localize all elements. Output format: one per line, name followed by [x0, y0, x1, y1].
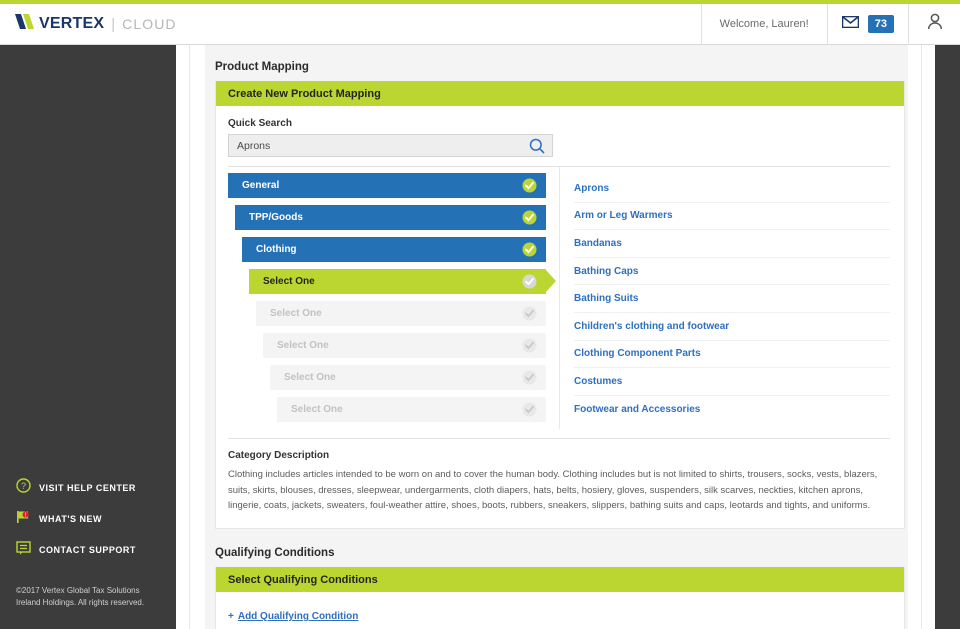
category-tree-row[interactable]: General — [228, 173, 546, 198]
check-circle-icon — [522, 306, 537, 321]
qualifying-conditions-card-header: Select Qualifying Conditions — [216, 567, 904, 593]
quick-search-label: Quick Search — [228, 118, 292, 129]
category-tree-row-label: TPP/Goods — [249, 212, 303, 223]
add-qualifying-condition-label: Add Qualifying Condition — [237, 611, 359, 623]
check-circle-icon — [522, 402, 537, 417]
add-qualifying-condition-button[interactable]: + Add Qualifying Condition — [228, 611, 358, 622]
category-tree-row-label: Select One — [270, 308, 322, 319]
category-option-item[interactable]: Bathing Suits — [574, 285, 890, 313]
category-options-list: Aprons Arm or Leg Warmers Bandanas Bathing … — [559, 167, 890, 429]
svg-text:?: ? — [21, 481, 26, 491]
category-tree-row-label: Clothing — [256, 244, 297, 255]
category-tree-row-label: Select One — [277, 340, 329, 351]
sidebar-item-label: WHAT'S NEW — [39, 514, 102, 524]
category-option-item[interactable]: Aprons — [574, 175, 890, 203]
category-description-section: Category Description Clothing includes a… — [228, 438, 890, 514]
page-title: Product Mapping — [215, 61, 309, 73]
category-picker: General TPP/Goods Clothing Select One Select… — [228, 166, 890, 429]
card-header: Create New Product Mapping — [216, 81, 904, 106]
category-tree-row[interactable]: TPP/Goods — [235, 205, 546, 230]
user-account-button[interactable] — [908, 3, 960, 45]
category-tree: General TPP/Goods Clothing Select One Select… — [228, 167, 559, 429]
chat-bubble-icon — [16, 540, 31, 560]
category-description-title: Category Description — [228, 450, 330, 461]
top-navigation-bar: VERTEX | CLOUD Welcome, Lauren! 73 — [0, 3, 960, 45]
qualifying-conditions-card: Select Qualifying Conditions + Add Quali… — [215, 567, 905, 629]
check-circle-icon — [522, 338, 537, 353]
check-circle-icon — [522, 210, 537, 225]
vertex-logo-icon — [14, 13, 36, 35]
category-tree-row-label: Select One — [263, 276, 315, 287]
flag-icon: ! — [16, 509, 31, 529]
brand-name: VERTEX — [39, 15, 105, 32]
brand-logo[interactable]: VERTEX | CLOUD — [14, 13, 177, 35]
user-account-icon — [927, 13, 943, 35]
sidebar-item-whats-new[interactable]: ! WHAT'S NEW — [16, 509, 166, 529]
copyright-line-1: ©2017 Vertex Global Tax Solutions — [16, 586, 140, 595]
check-circle-icon — [522, 242, 537, 257]
plus-icon: + — [228, 611, 234, 623]
right-gutter — [908, 45, 935, 629]
category-description-text: Clothing includes articles intended to b… — [228, 469, 878, 512]
create-product-mapping-card: Create New Product Mapping Quick Search … — [215, 81, 905, 530]
sidebar-item-label: CONTACT SUPPORT — [39, 545, 136, 555]
search-icon[interactable] — [529, 138, 545, 159]
main-content: Product Mapping Create New Product Mappi… — [205, 45, 908, 629]
brand-separator: | — [111, 15, 116, 33]
category-option-item[interactable]: Children's clothing and footwear — [574, 313, 890, 341]
category-option-item[interactable]: Clothing Component Parts — [574, 341, 890, 369]
copyright-line-2: Ireland Holdings. All rights reserved. — [16, 598, 145, 607]
app-window: VERTEX | CLOUD Welcome, Lauren! 73 ? VIS… — [0, 0, 960, 629]
quick-search-field[interactable] — [228, 134, 553, 157]
header-utilities: Welcome, Lauren! 73 — [700, 3, 960, 45]
category-option-item[interactable]: Costumes — [574, 368, 890, 396]
sidebar-item-label: VISIT HELP CENTER — [39, 483, 136, 493]
category-tree-row: Select One — [277, 397, 546, 422]
messages-button[interactable]: 73 — [826, 3, 908, 45]
check-circle-icon — [522, 274, 537, 289]
message-count-badge: 73 — [867, 15, 894, 33]
category-tree-row[interactable]: Clothing — [242, 237, 546, 262]
category-tree-row: Select One — [263, 333, 546, 358]
copyright-notice: ©2017 Vertex Global Tax Solutions Irelan… — [16, 585, 166, 609]
search-input[interactable] — [229, 135, 519, 156]
category-option-item[interactable]: Bandanas — [574, 230, 890, 258]
category-tree-row[interactable]: Select One — [249, 269, 556, 294]
category-tree-row-label: Select One — [284, 372, 336, 383]
qualifying-conditions-title: Qualifying Conditions — [215, 547, 335, 560]
category-option-item[interactable]: Arm or Leg Warmers — [574, 203, 890, 231]
right-sidebar — [935, 45, 960, 629]
category-tree-row: Select One — [256, 301, 546, 326]
sidebar-item-visit-help-center[interactable]: ? VISIT HELP CENTER — [16, 478, 166, 498]
question-circle-icon: ? — [16, 478, 31, 498]
sidebar-links: ? VISIT HELP CENTER ! WHAT'S NEW CONTACT… — [16, 478, 166, 571]
check-circle-icon — [522, 370, 537, 385]
sidebar-item-contact-support[interactable]: CONTACT SUPPORT — [16, 540, 166, 560]
qualifying-conditions-body: + Add Qualifying Condition — [216, 592, 904, 629]
card-body: Quick Search General TPP/Goods Clothing Sel… — [216, 106, 904, 528]
welcome-message: Welcome, Lauren! — [700, 3, 827, 45]
category-tree-row-label: General — [242, 180, 280, 191]
category-tree-row: Select One — [270, 365, 546, 390]
selection-pointer-icon — [545, 269, 556, 293]
left-gutter — [176, 45, 205, 629]
envelope-icon — [841, 15, 860, 33]
category-option-item[interactable]: Footwear and Accessories — [574, 396, 890, 424]
brand-product-name: CLOUD — [122, 16, 177, 32]
category-option-item[interactable]: Bathing Caps — [574, 258, 890, 286]
category-tree-row-label: Select One — [291, 404, 343, 415]
left-sidebar: ? VISIT HELP CENTER ! WHAT'S NEW CONTACT… — [0, 45, 176, 629]
check-circle-icon — [522, 178, 537, 193]
